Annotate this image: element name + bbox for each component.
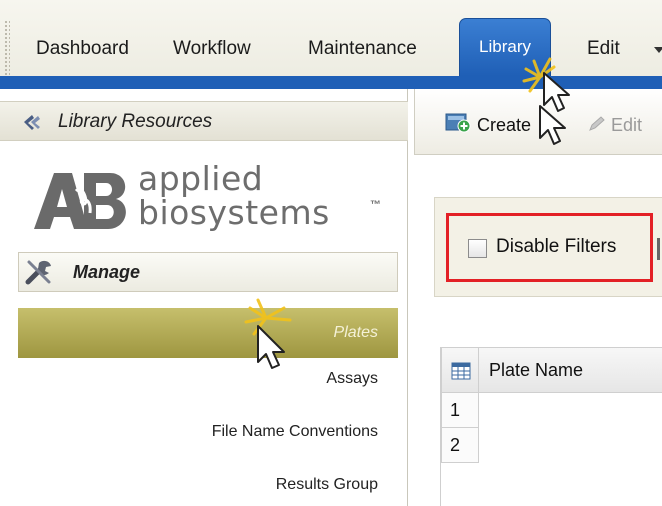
wrench-icon [25, 259, 55, 290]
column-header-plate-name[interactable]: Plate Name [479, 347, 662, 393]
library-resources-title: Library Resources [58, 111, 213, 132]
menu-edit[interactable]: Edit [587, 38, 620, 60]
logo-trademark: ™ [370, 199, 381, 211]
nav-item-assays[interactable]: Assays [18, 354, 398, 404]
library-resources-panel: Library Resources applied biosystems ™ M… [0, 89, 408, 506]
table-icon [451, 362, 471, 385]
library-resources-icon [22, 113, 44, 136]
manage-title: Manage [73, 262, 141, 282]
applied-biosystems-logo: applied biosystems ™ [32, 159, 402, 239]
menu-library-label: Library [479, 37, 531, 56]
table-row-number[interactable]: 2 [441, 428, 479, 463]
table-row-number[interactable]: 1 [441, 393, 479, 428]
mouse-pointer-icon [539, 105, 566, 145]
nav-item-file-name-conventions[interactable]: File Name Conventions [18, 407, 398, 457]
toolbar-separator [657, 238, 660, 260]
edit-button[interactable]: Edit [611, 115, 642, 136]
chevron-down-icon[interactable] [654, 47, 662, 53]
logo-word-biosystems: biosystems [138, 193, 330, 232]
toolbar-grip [4, 20, 10, 80]
grid-header-icon-cell[interactable] [441, 347, 479, 393]
menu-dashboard[interactable]: Dashboard [36, 38, 129, 60]
menu-workflow[interactable]: Workflow [173, 38, 251, 60]
click-sparkle-icon [244, 298, 292, 369]
ab-logo-mark-icon [34, 173, 126, 229]
nav-item-plates[interactable]: Plates [18, 308, 398, 358]
menu-maintenance[interactable]: Maintenance [308, 38, 417, 60]
nav-item-results-group[interactable]: Results Group [18, 460, 398, 506]
plates-grid: Plate Name 1 2 [440, 347, 662, 506]
disable-filters-label[interactable]: Disable Filters [496, 236, 616, 258]
create-icon[interactable] [445, 111, 471, 138]
disable-filters-checkbox[interactable] [468, 239, 487, 258]
manage-header[interactable]: Manage [18, 252, 398, 292]
library-resources-header[interactable]: Library Resources [0, 101, 408, 141]
pencil-icon [587, 115, 607, 138]
